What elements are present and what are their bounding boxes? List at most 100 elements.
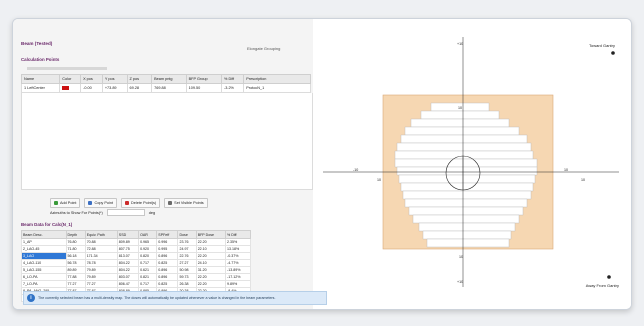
copy-point-button[interactable]: Copy Point: [84, 198, 118, 208]
beam-cell: 0.920: [138, 245, 158, 253]
beam-cell: 31.20: [195, 266, 227, 274]
mlc-leaf: [400, 134, 528, 144]
beam-cell: 0.717: [138, 280, 158, 288]
beam-cell: 0.996: [156, 238, 179, 246]
beam-cell: 0.825: [156, 259, 179, 267]
beam-cell: 0.995: [156, 245, 179, 253]
beam-cell: 803.07: [116, 273, 140, 281]
toward-gantry-label: Toward Gantry: [589, 43, 615, 48]
beam-cell: 71.80: [65, 245, 86, 253]
beam-cell: 0.820: [138, 252, 158, 260]
beam-cell: 70.88: [84, 238, 118, 246]
beam-cell: 2_LAO-45: [21, 245, 67, 253]
color-swatch[interactable]: [62, 86, 70, 90]
beam-cell: 27.27: [177, 259, 197, 267]
beam-cell: 0.896: [156, 266, 179, 274]
beam-col-header[interactable]: SSD: [116, 230, 140, 239]
calc-point-y: +73.89: [101, 83, 128, 93]
beam-cell: 77.88: [65, 273, 86, 281]
beam-row[interactable]: 2_LAO-45 71.80 72.88 807.75 0.920 0.995 24.97 2…: [21, 245, 251, 253]
beam-cell: 1_AP: [21, 238, 67, 246]
app-window: Beam (Tested) Elongate Grouping Calculat…: [12, 18, 632, 310]
add-point-button[interactable]: Add Point: [50, 198, 81, 208]
beam-cell: 56.78: [65, 259, 86, 267]
beam-cell: 22.20: [195, 280, 227, 288]
beam-row[interactable]: 3_LAO 56.18 171.34 813.07 0.820 0.896 22.76 22.…: [21, 252, 251, 260]
beam-cell: 5_LAO-155: [21, 266, 67, 274]
calc-points-empty-area: [21, 93, 313, 190]
beam-cell: 0.896: [156, 252, 179, 260]
calc-col-header[interactable]: Z pos: [126, 74, 153, 84]
label-bottom: 10: [459, 255, 463, 259]
calc-col-header[interactable]: Name: [20, 74, 61, 84]
beam-col-header[interactable]: OAR: [138, 230, 158, 239]
calc-col-header[interactable]: Beam pntg: [151, 74, 187, 84]
label-left: -10: [353, 168, 358, 172]
beam-row[interactable]: 6_LO-PA 77.88 79.89 803.07 0.821 0.896 59.73 22…: [21, 273, 251, 281]
calc-col-header[interactable]: BFP Group: [185, 74, 223, 84]
beam-col-header[interactable]: Dose: [177, 230, 197, 239]
point-color-cell: [59, 83, 82, 93]
beam-cell: 22.10: [195, 245, 227, 253]
calc-col-header[interactable]: % Diff: [221, 74, 245, 84]
beam-row[interactable]: 4_LAO-110 56.78 78.78 804.22 0.717 0.825 27.27…: [21, 259, 251, 267]
calc-point-z: 69.28: [126, 83, 153, 93]
beam-cell: 0.896: [156, 273, 179, 281]
beam-cell: 806.47: [116, 280, 140, 288]
toward-gantry-marker: [611, 51, 615, 55]
label-right: 10: [564, 168, 568, 172]
calc-col-header[interactable]: Prescription: [243, 74, 311, 84]
set-visible-points-button[interactable]: Set Visible Points: [164, 198, 208, 208]
beam-cell: 59.73: [177, 273, 197, 281]
beam-col-header[interactable]: SPFeff: [156, 230, 179, 239]
mlc-leaf: [404, 198, 528, 208]
beam-cell: 26.38: [177, 280, 197, 288]
elongate-grouping-button[interactable]: Elongate Grouping: [247, 46, 280, 51]
calc-col-header[interactable]: X pos: [80, 74, 103, 84]
beam-row[interactable]: 5_LAO-155 89.89 79.89 804.22 0.621 0.896 50.98…: [21, 266, 251, 274]
calc-col-header[interactable]: Y pos: [101, 74, 128, 84]
copy-icon: [88, 201, 93, 205]
mlc-leaf: [404, 126, 520, 136]
beam-col-header[interactable]: BFP Dose: [195, 230, 227, 239]
mlc-leaf: [394, 158, 538, 168]
beam-cell: 804.22: [116, 259, 140, 267]
calc-point-row[interactable]: 1 LeftCenter -0.00 +73.89 69.28 769.88 109.50…: [20, 83, 311, 93]
beam-cell: 76.80: [65, 238, 86, 246]
mlc-leaf: [408, 206, 524, 216]
calc-point-x: -0.00: [80, 83, 103, 93]
beam-col-header[interactable]: % Diff: [225, 230, 251, 239]
calc-point-diff: -3.2%: [221, 83, 245, 93]
beam-col-header[interactable]: Depth: [65, 230, 86, 239]
beam-col-header[interactable]: Equiv. Path: [84, 230, 118, 239]
delete-points-button[interactable]: Delete Point(s): [121, 198, 161, 208]
label-top-far: +10: [457, 42, 463, 46]
delete-icon: [125, 201, 130, 205]
azimuth-input[interactable]: [106, 209, 145, 216]
beam-cell: 79.89: [84, 266, 118, 274]
calc-point-name: 1 LeftCenter: [20, 83, 61, 93]
beam-row[interactable]: 7_LO-PA 77.27 77.27 806.47 0.717 0.825 26.38 22…: [21, 280, 251, 288]
beam-cell: 13.18%: [225, 245, 251, 253]
beam-cell: -4.77%: [225, 259, 251, 267]
label-left-near: 10: [377, 178, 381, 182]
copy-point-label: Copy Point: [94, 201, 114, 205]
eye-icon: [168, 201, 173, 205]
beam-cell: 807.75: [116, 245, 140, 253]
beam-cell: 56.18: [65, 252, 86, 260]
label-top: 10: [458, 106, 462, 110]
beam-eye-view: Toward Gantry Away From Gantry 10 10 -10…: [313, 19, 631, 309]
beam-cell: 0.717: [138, 259, 158, 267]
beam-cell: 22.20: [195, 252, 227, 260]
beam-cell: 2.35%: [225, 238, 251, 246]
beam-col-header[interactable]: Beam Desc.: [21, 230, 67, 239]
info-banner: i The currently selected beam has a mult…: [23, 291, 327, 305]
beam-cell: 0.965: [138, 238, 158, 246]
calc-point-beam: 769.88: [151, 83, 187, 93]
calc-points-heading: Calculation Points: [21, 57, 60, 62]
info-icon: i: [27, 294, 35, 302]
point-actions: Add Point Copy Point Delete Point(s) Set…: [50, 198, 208, 208]
calc-col-header[interactable]: Color: [59, 74, 82, 84]
beam-row[interactable]: 1_AP 76.80 70.88 809.89 0.965 0.996 23.76 22.20…: [21, 238, 251, 246]
mlc-leaf: [410, 118, 510, 128]
